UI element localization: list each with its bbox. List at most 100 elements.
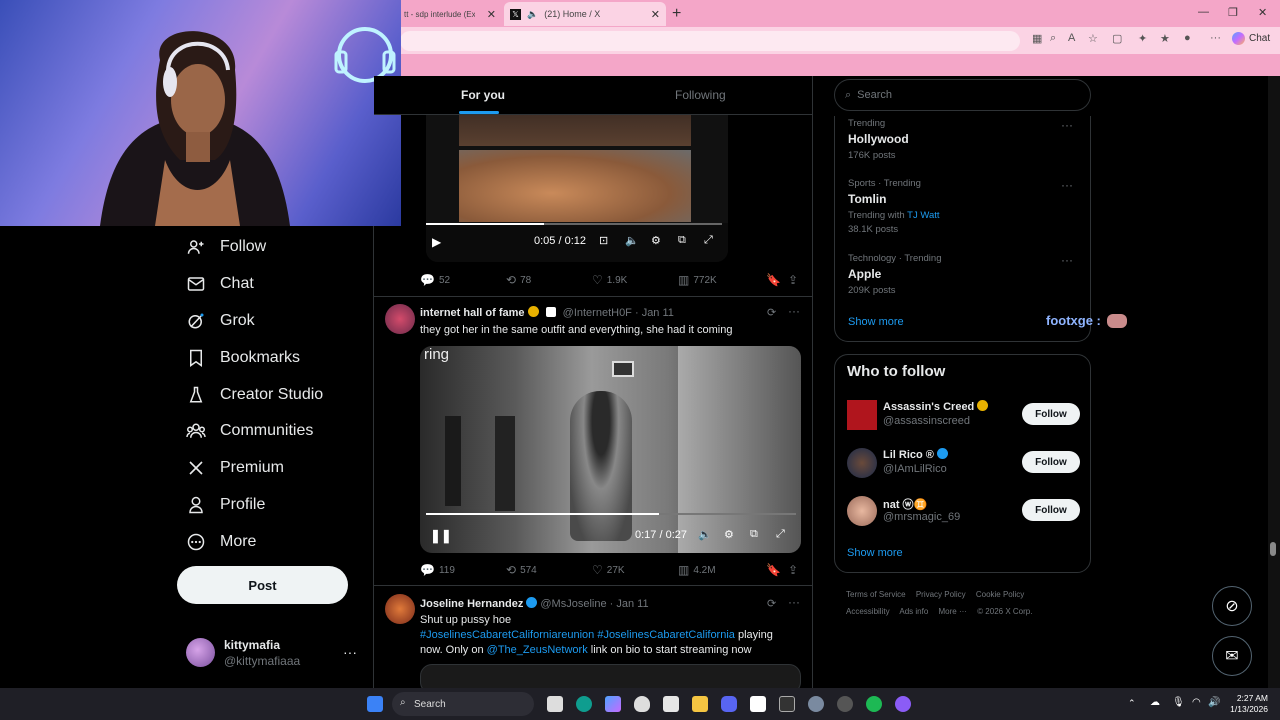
new-tab-icon[interactable]: +: [672, 5, 681, 23]
tab-following[interactable]: Following: [675, 88, 726, 102]
tweet[interactable]: Joseline Hernandez @MsJoseline · Jan 11 …: [374, 586, 812, 688]
tweet-video[interactable]: ▶ 0:05 / 0:12 ⊡ 🔈 ⚙ ⧉ ⤢: [426, 106, 728, 262]
footer-link[interactable]: Accessibility: [846, 607, 890, 616]
page-scrollbar[interactable]: [1268, 76, 1280, 688]
trend-item[interactable]: Sports · Trending Tomlin Trending with T…: [848, 178, 1083, 235]
onedrive-icon[interactable]: ☁: [1150, 697, 1160, 708]
repost-button[interactable]: ⟲ 574: [506, 563, 537, 577]
footer-link[interactable]: Privacy Policy: [916, 590, 966, 599]
grok-explain-icon[interactable]: ⟳: [767, 306, 776, 319]
nav-creator-studio[interactable]: Creator Studio: [186, 380, 323, 410]
trend-item[interactable]: Technology · Trending Apple 209K posts ·…: [848, 253, 1083, 296]
grok-fab-icon[interactable]: ⊘: [1212, 586, 1252, 626]
close-window-icon[interactable]: ✕: [1258, 6, 1267, 19]
profile-icon[interactable]: ●: [1184, 32, 1191, 44]
taskbar-clock[interactable]: 2:27 AM 1/13/2026: [1224, 693, 1268, 715]
favorite-star-icon[interactable]: ☆: [1088, 32, 1098, 45]
footer-link[interactable]: Cookie Policy: [976, 590, 1024, 599]
nav-chat[interactable]: Chat: [186, 269, 254, 299]
tweet-media[interactable]: [420, 664, 801, 688]
footer-link[interactable]: Terms of Service: [846, 590, 906, 599]
split-screen-icon[interactable]: ▢: [1112, 32, 1122, 45]
video-progress-track[interactable]: [426, 513, 796, 515]
avatar[interactable]: [847, 400, 877, 430]
follow-button[interactable]: Follow: [1022, 499, 1080, 521]
pip-icon[interactable]: ⧉: [750, 528, 758, 541]
repost-button[interactable]: ⟲ 78: [506, 273, 531, 287]
file-explorer-icon[interactable]: [692, 696, 708, 712]
obs-icon[interactable]: [837, 696, 853, 712]
fullscreen-icon[interactable]: ⤢: [776, 528, 785, 541]
follow-suggestion[interactable]: Assassin's Creed @assassinscreed Follow: [847, 397, 1080, 433]
trend-more-icon[interactable]: ···: [1061, 178, 1073, 192]
avatar[interactable]: [385, 304, 415, 334]
zoom-icon[interactable]: ⌕: [1050, 32, 1056, 45]
browser-tab-active[interactable]: 𝕏 🔈 (21) Home / X ✕: [504, 2, 666, 26]
address-bar[interactable]: [400, 31, 1020, 51]
account-switcher[interactable]: kittymafia @kittymafiaaa ···: [186, 636, 361, 670]
settings-icon[interactable]: ⚙: [651, 234, 661, 247]
follow-suggestion[interactable]: Lil Rico ® @IAmLilRico Follow: [847, 445, 1080, 481]
author-name[interactable]: Joseline Hernandez: [420, 598, 523, 610]
trend-item[interactable]: Trending Hollywood 176K posts ···: [848, 118, 1083, 161]
tweet-more-icon[interactable]: ···: [788, 304, 800, 318]
read-aloud-icon[interactable]: A: [1068, 32, 1075, 44]
nav-follow[interactable]: Follow: [186, 232, 266, 262]
footer-link[interactable]: Ads info: [899, 607, 928, 616]
avatar[interactable]: [847, 496, 877, 526]
scrollbar-thumb[interactable]: [1270, 542, 1276, 556]
settings-icon[interactable]: ⚙: [724, 528, 734, 541]
nav-communities[interactable]: Communities: [186, 416, 313, 446]
spotify-icon[interactable]: [866, 696, 882, 712]
favorites-icon[interactable]: ★: [1160, 32, 1170, 45]
like-button[interactable]: ♡ 1.9K: [592, 273, 627, 287]
minimize-icon[interactable]: —: [1198, 6, 1209, 18]
tray-chevron-icon[interactable]: ⌃: [1128, 698, 1136, 709]
close-tab-icon[interactable]: ✕: [651, 8, 660, 21]
close-tab-icon[interactable]: ✕: [487, 8, 496, 21]
nav-premium[interactable]: Premium: [186, 453, 284, 483]
follow-suggestion[interactable]: nat ⓦ♊ @mrsmagic_69 Follow: [847, 493, 1080, 529]
nav-bookmarks[interactable]: Bookmarks: [186, 343, 300, 373]
reply-button[interactable]: 💬 119: [420, 563, 455, 577]
nav-grok[interactable]: Grok: [186, 306, 255, 336]
app-icon[interactable]: [634, 696, 650, 712]
audio-icon[interactable]: 🔈: [527, 9, 538, 20]
views-button[interactable]: ▥ 4.2M: [678, 563, 716, 577]
settings-icon[interactable]: [808, 696, 824, 712]
tweet-video[interactable]: ring ❚❚ 0:17 / 0:27 🔈 ⚙ ⧉ ⤢: [420, 346, 801, 553]
show-more-link[interactable]: Show more: [847, 547, 903, 559]
fullscreen-icon[interactable]: ⤢: [704, 234, 713, 247]
post-button[interactable]: Post: [177, 566, 348, 604]
tweet-more-icon[interactable]: ···: [788, 595, 800, 609]
like-button[interactable]: ♡ 27K: [592, 563, 625, 577]
bookmark-button[interactable]: 🔖: [766, 563, 781, 577]
share-button[interactable]: ⇪: [788, 563, 798, 577]
follow-button[interactable]: Follow: [1022, 403, 1080, 425]
mic-icon[interactable]: 🎙: [1172, 697, 1185, 708]
trend-with-link[interactable]: TJ Watt: [907, 210, 939, 221]
tweet-date[interactable]: · Jan 11: [610, 598, 649, 610]
maximize-icon[interactable]: ❐: [1228, 6, 1238, 19]
menu-dots-icon[interactable]: ···: [1210, 32, 1221, 44]
reply-button[interactable]: 💬 52: [420, 273, 450, 287]
mention-link[interactable]: @The_ZeusNetwork: [487, 644, 588, 656]
nav-more[interactable]: More: [186, 527, 256, 557]
volume-icon[interactable]: 🔈: [625, 234, 639, 247]
pip-icon[interactable]: ⧉: [678, 234, 686, 247]
trend-more-icon[interactable]: ···: [1061, 253, 1073, 267]
author-name[interactable]: internet hall of fame: [420, 307, 525, 319]
show-more-link[interactable]: Show more: [848, 316, 904, 328]
avatar[interactable]: [847, 448, 877, 478]
video-progress-track[interactable]: [426, 223, 722, 225]
extensions-icon[interactable]: ✦: [1138, 32, 1147, 45]
copilot-chat-button[interactable]: Chat: [1232, 32, 1270, 45]
account-menu-icon[interactable]: ···: [343, 644, 357, 660]
author-handle[interactable]: @MsJoseline: [540, 598, 606, 610]
bookmark-button[interactable]: 🔖: [766, 273, 781, 287]
trend-more-icon[interactable]: ···: [1061, 118, 1073, 132]
copilot-app-icon[interactable]: [605, 696, 621, 712]
apps-icon[interactable]: ▦: [1032, 32, 1042, 45]
play-icon[interactable]: ▶: [432, 235, 441, 249]
tab-for-you[interactable]: For you: [461, 88, 505, 102]
